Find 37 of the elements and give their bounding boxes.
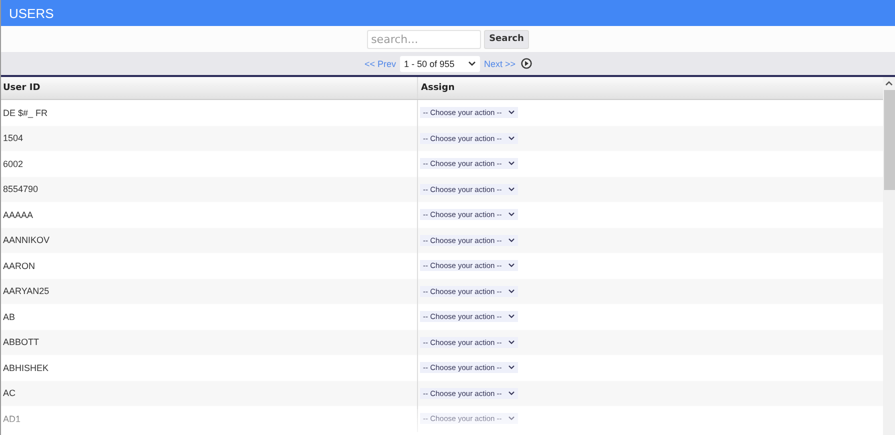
caret-icon [508,238,515,243]
table-cell: 8554790 [3,184,38,194]
table-cell: AB [3,312,16,322]
table-cell: 1504 [3,133,24,144]
search-field[interactable]: search... [367,30,482,48]
table-cell: AANNIKOV [3,235,50,246]
scroll-up-icon[interactable] [885,80,893,86]
play-icon[interactable] [520,58,532,69]
caret-icon [508,136,515,141]
window-title: USERS [9,6,54,20]
column-header: Assign [420,82,456,95]
scrollbar-thumb[interactable] [884,90,894,190]
table-cell: AARYAN25 [3,286,50,296]
table-cell: ABBOTT [3,337,40,348]
table-cell: AARON [3,260,36,271]
caret-icon [508,186,515,192]
caret-icon [508,365,515,370]
caret-icon [468,60,476,66]
table-cell: 6002 [3,158,24,169]
table-cell: ABHISHEK [3,362,49,373]
caret-icon [508,161,515,166]
search-button[interactable]: Search [484,30,529,48]
table-cell: DE $#_ FR [3,108,48,118]
scrollbar-track[interactable] [883,77,895,435]
caret-icon [508,314,515,320]
table-cell: AD1 [3,414,21,424]
caret-icon [508,340,515,345]
column-header: User ID [1,77,418,99]
page-select[interactable]: 1 - 50 of 955 [400,56,480,72]
caret-icon [508,110,515,116]
table-cell: AAAAA [3,210,34,220]
caret-icon [508,416,515,422]
caret-icon [508,212,515,218]
caret-icon [508,263,515,268]
table-cell: AC [3,388,16,398]
caret-icon [508,390,515,396]
caret-icon [508,288,515,294]
